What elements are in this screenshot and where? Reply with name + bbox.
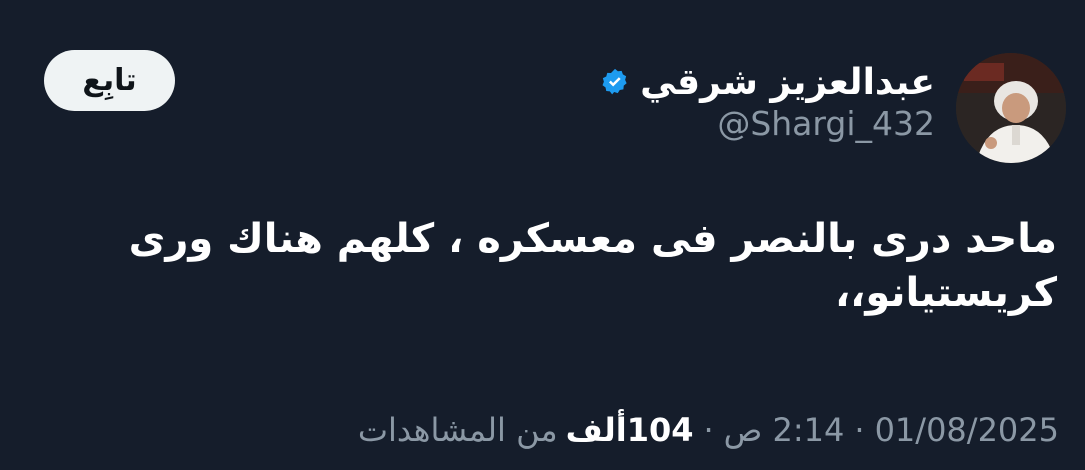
views-count: 104ألف xyxy=(565,411,694,449)
tweet-text: ماحد درى بالنصر فى معسكره ، كلهم هناك ور… xyxy=(128,212,1057,320)
meta-separator: · xyxy=(854,411,865,449)
avatar-image xyxy=(956,53,1066,163)
follow-button[interactable]: تابِع xyxy=(44,50,175,111)
tweet-time[interactable]: 2:14 ص xyxy=(724,411,845,449)
author-name-row: عبدالعزيز شرقي xyxy=(600,60,935,104)
tweet-meta: 01/08/2025 · 2:14 ص · 104ألف من المشاهدا… xyxy=(358,405,1059,455)
views-stat[interactable]: 104ألف من المشاهدات xyxy=(358,411,694,449)
meta-separator: · xyxy=(703,411,714,449)
tweet-date[interactable]: 01/08/2025 xyxy=(875,411,1059,449)
author-handle[interactable]: @Shargi_432 xyxy=(717,104,935,143)
verified-badge-icon xyxy=(602,68,627,95)
avatar[interactable] xyxy=(956,53,1066,163)
tweet-text-line: ماحد درى بالنصر فى معسكره ، كلهم هناك ور… xyxy=(128,216,1057,262)
tweet-card: عبدالعزيز شرقي @Shargi_432 تابِع ماحد در… xyxy=(0,0,1085,470)
author-display-name[interactable]: عبدالعزيز شرقي xyxy=(640,62,935,103)
tweet-text-line: كريستيانو،، xyxy=(834,270,1057,316)
views-label: من المشاهدات xyxy=(357,411,558,449)
